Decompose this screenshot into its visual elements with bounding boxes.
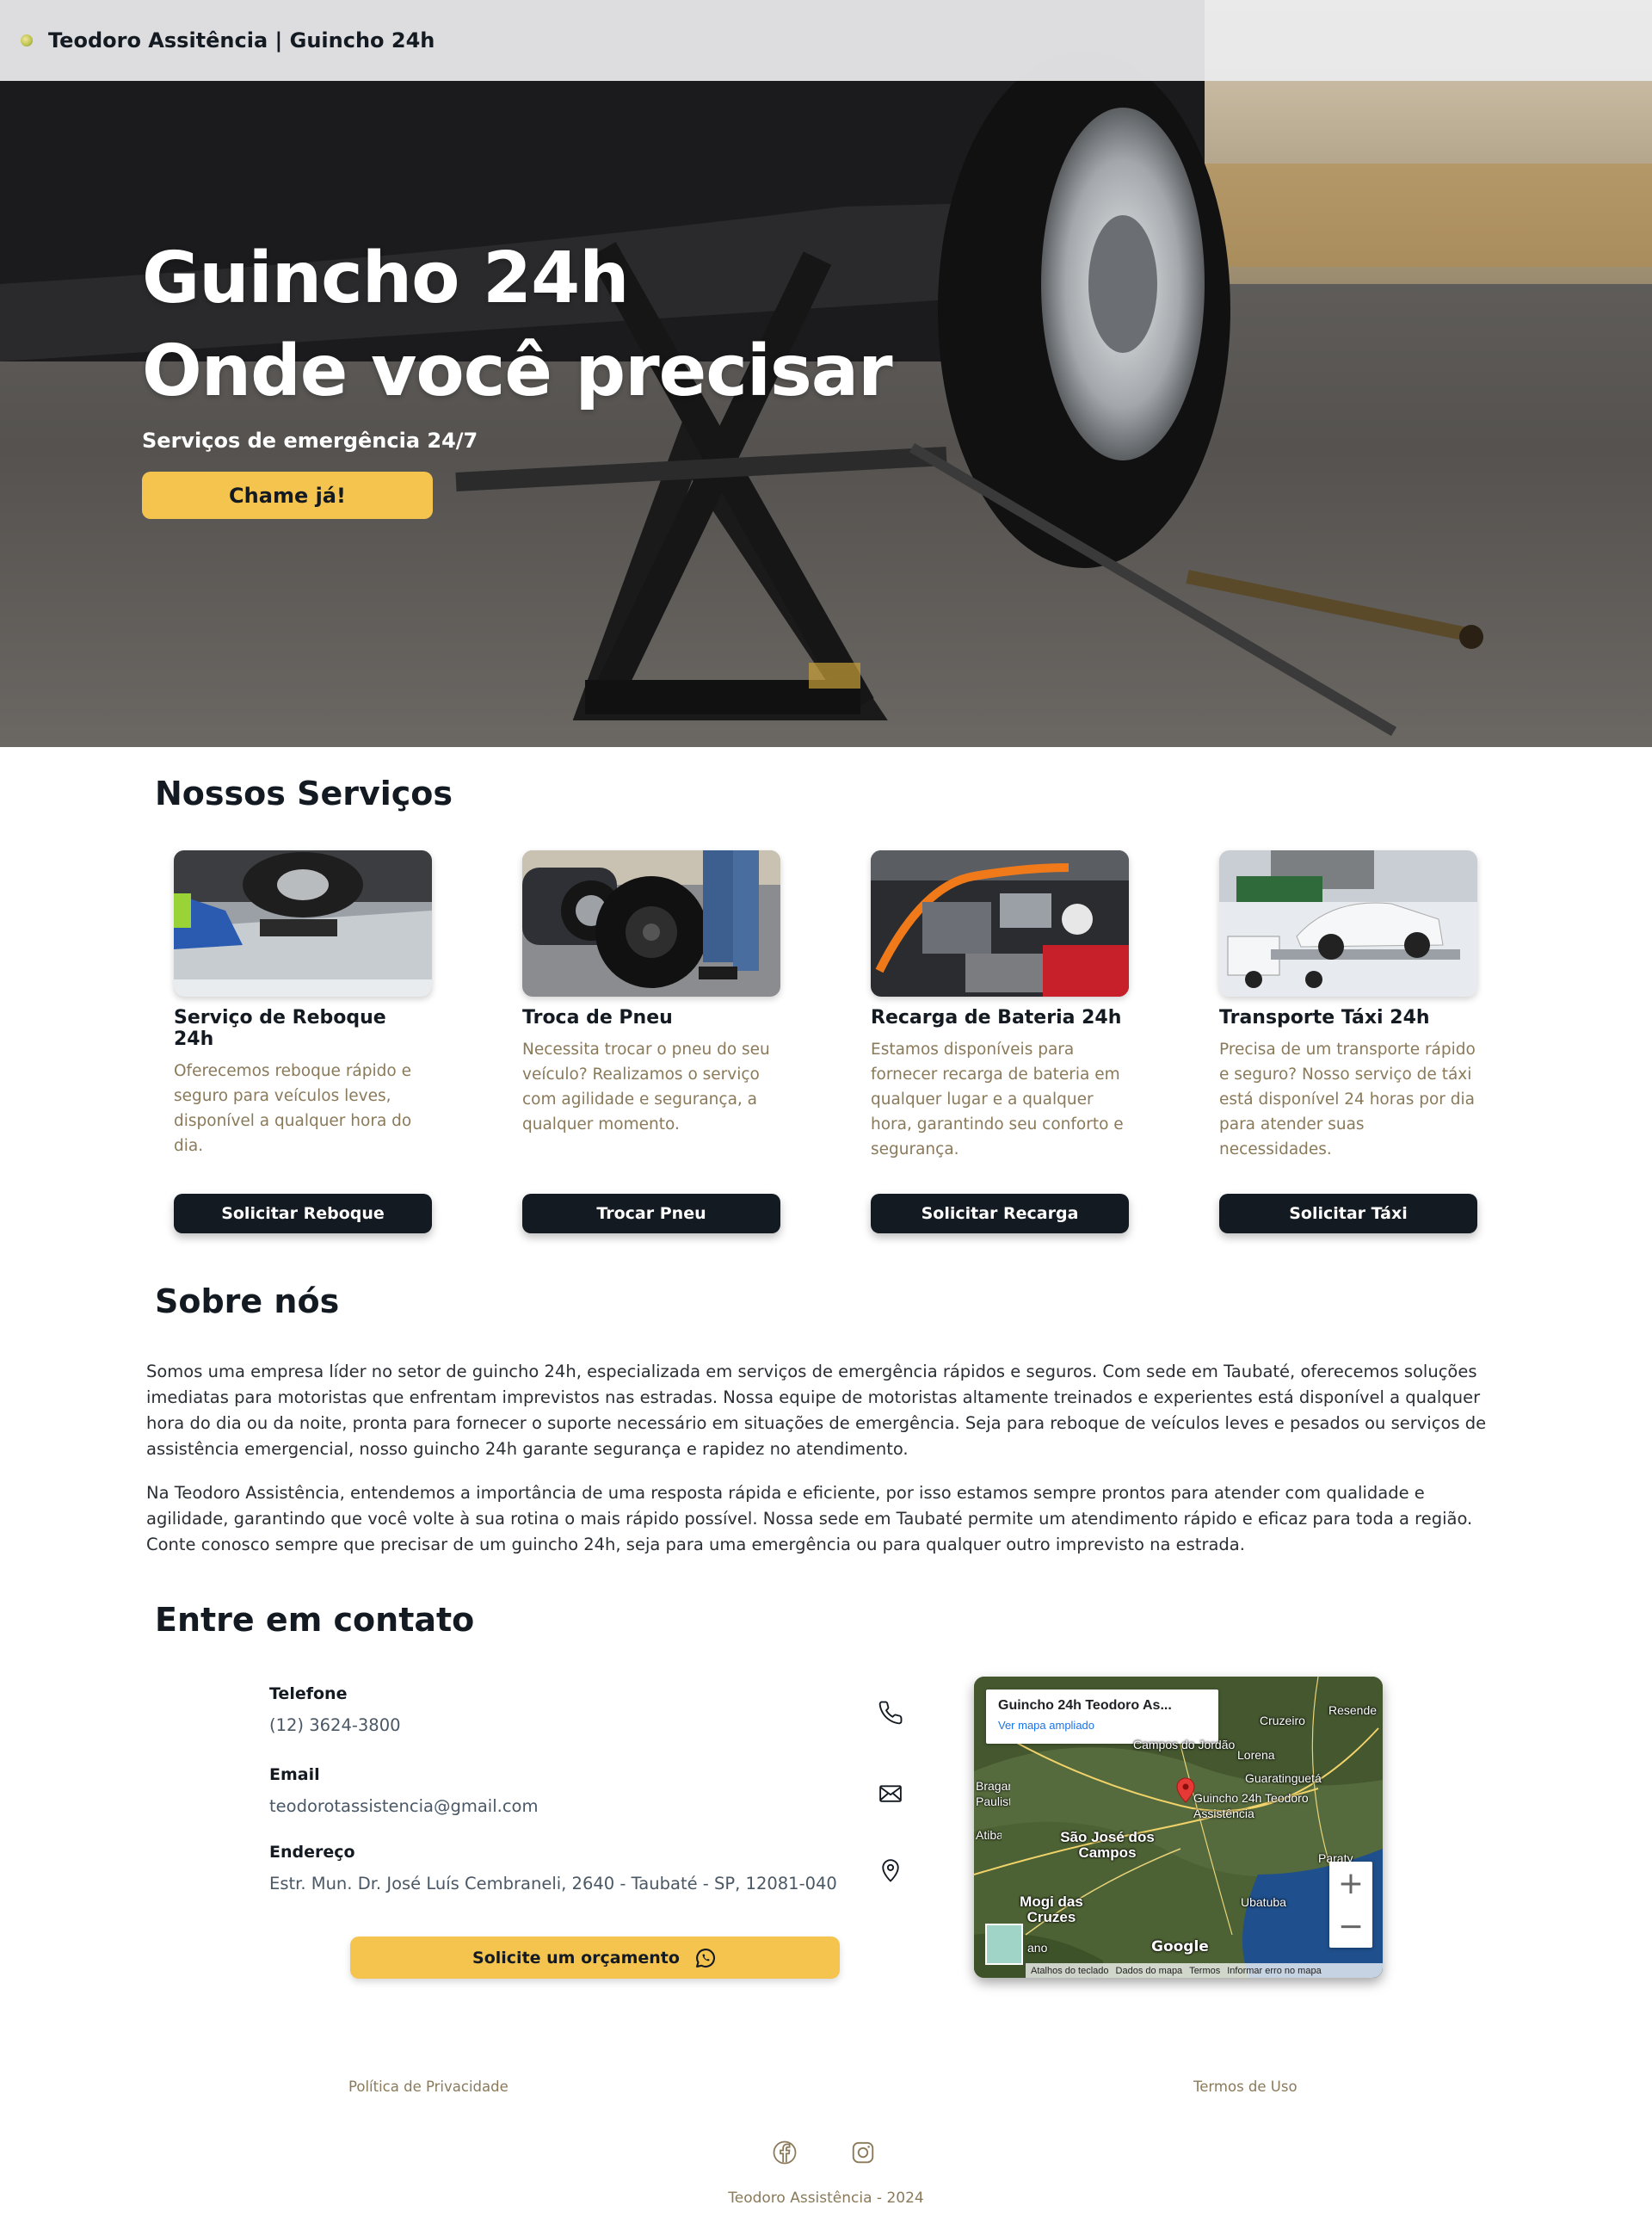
service-description: Oferecemos reboque rápido e seguro para … — [174, 1062, 412, 1155]
call-now-button[interactable]: Chame já! — [142, 472, 433, 519]
contact-email: Email teodorotassistencia@gmail.com — [269, 1765, 539, 1816]
facebook-icon[interactable] — [772, 2140, 798, 2165]
map-label-marker: Guincho 24h Teodoro Assistência — [1193, 1791, 1309, 1820]
report-error-link[interactable]: Informar erro no mapa — [1227, 1966, 1321, 1976]
address-value[interactable]: Estr. Mun. Dr. José Luís Cembraneli, 264… — [269, 1874, 837, 1893]
map-terms-link[interactable]: Termos — [1189, 1966, 1220, 1976]
service-card-towing: Serviço de Reboque 24h Oferecemos reboqu… — [174, 850, 432, 1158]
instagram-icon[interactable] — [850, 2140, 876, 2165]
service-card-battery: Recarga de Bateria 24h Estamos disponíve… — [871, 850, 1129, 1162]
phone-label: Telefone — [269, 1684, 348, 1703]
hero-section: Teodoro Assitência | Guincho 24h Guincho… — [0, 0, 1652, 747]
request-recharge-button[interactable]: Solicitar Recarga — [871, 1194, 1129, 1233]
terms-of-use-link[interactable]: Termos de Uso — [1193, 2079, 1298, 2095]
zoom-out-button[interactable]: − — [1329, 1905, 1372, 1948]
service-title: Serviço de Reboque 24h — [174, 1007, 386, 1050]
map-label-mogi: Mogi das Cruzes — [1020, 1893, 1083, 1925]
whatsapp-icon — [695, 1948, 715, 1967]
change-tire-button[interactable]: Trocar Pneu — [522, 1194, 780, 1233]
contact-phone: Telefone (12) 3624-3800 — [269, 1684, 401, 1735]
service-title: Transporte Táxi 24h — [1219, 1007, 1430, 1029]
hero-content: Guincho 24h Onde você precisar Serviços … — [142, 232, 893, 519]
phone-icon[interactable] — [878, 1700, 903, 1726]
map-attribution-bar: Atalhos do teclado Dados do mapa Termos … — [1026, 1963, 1383, 1978]
map-label-sao-jose: São José dos Campos — [1060, 1829, 1155, 1861]
service-card-taxi: Transporte Táxi 24h Precisa de um transp… — [1219, 850, 1477, 1162]
mail-icon[interactable] — [878, 1781, 903, 1807]
tire-change-image — [522, 850, 780, 997]
brand-name[interactable]: Teodoro Assitência | Guincho 24h — [48, 28, 435, 53]
about-title: Sobre nós — [155, 1282, 340, 1320]
map-place-name: Guincho 24h Teodoro As... — [998, 1698, 1172, 1713]
service-description: Necessita trocar o pneu do seu veículo? … — [522, 1041, 770, 1134]
email-value[interactable]: teodorotassistencia@gmail.com — [269, 1796, 539, 1816]
services-title: Nossos Serviços — [155, 775, 453, 812]
map-label-resende: Resende — [1328, 1703, 1378, 1717]
contact-address: Endereço Estr. Mun. Dr. José Luís Cembra… — [269, 1843, 837, 1893]
service-card-tire: Troca de Pneu Necessita trocar o pneu do… — [522, 850, 780, 1137]
keyboard-shortcuts-link[interactable]: Atalhos do teclado — [1031, 1966, 1109, 1976]
map-label-cruzeiro: Cruzeiro — [1260, 1714, 1305, 1727]
logo-icon[interactable] — [21, 34, 33, 46]
map-label-campos: Campos do Jordão — [1133, 1738, 1236, 1751]
map-place-card: Guincho 24h Teodoro As... Ver mapa ampli… — [986, 1689, 1218, 1744]
map-label-braganca: Bragança Paulista — [976, 1779, 1010, 1808]
service-title: Recarga de Bateria 24h — [871, 1007, 1122, 1029]
battery-recharge-image — [871, 850, 1129, 997]
quote-button-label: Solicite um orçamento — [472, 1948, 680, 1967]
map-label-lorena: Lorena — [1237, 1748, 1275, 1762]
google-map-embed[interactable]: Guincho 24h Teodoro As... Ver mapa ampli… — [974, 1677, 1383, 1978]
request-towing-button[interactable]: Solicitar Reboque — [174, 1194, 432, 1233]
copyright-text: Teodoro Assistência - 2024 — [728, 2190, 924, 2207]
map-label-guaratingueta: Guaratinguetá — [1245, 1771, 1322, 1785]
email-label: Email — [269, 1765, 320, 1784]
address-label: Endereço — [269, 1843, 355, 1862]
hero-title-line1: Guincho 24h — [142, 238, 630, 319]
privacy-policy-link[interactable]: Política de Privacidade — [348, 2079, 509, 2095]
phone-value[interactable]: (12) 3624-3800 — [269, 1715, 401, 1735]
taxi-transport-image — [1219, 850, 1477, 997]
request-quote-button[interactable]: Solicite um orçamento — [350, 1937, 840, 1979]
top-navbar: Teodoro Assitência | Guincho 24h — [0, 0, 1652, 81]
hero-subtitle: Serviços de emergência 24/7 — [142, 429, 478, 453]
towing-image — [174, 850, 432, 997]
map-data-link[interactable]: Dados do mapa — [1116, 1966, 1183, 1976]
service-description: Precisa de um transporte rápido e seguro… — [1219, 1041, 1476, 1158]
map-zoom-controls: + − — [1329, 1862, 1372, 1948]
map-label-ubatuba: Ubatuba — [1241, 1895, 1286, 1909]
about-paragraph-1: Somos uma empresa líder no setor de guin… — [146, 1362, 1487, 1459]
service-title: Troca de Pneu — [522, 1007, 673, 1029]
map-label-atibaia: Atibaia — [976, 1828, 1002, 1842]
map-pin-icon[interactable] — [878, 1857, 903, 1883]
hero-title: Guincho 24h Onde você precisar — [142, 232, 893, 418]
google-logo: Google — [1151, 1938, 1209, 1955]
contact-title: Entre em contato — [155, 1601, 475, 1639]
about-paragraph-2: Na Teodoro Assistência, entendemos a imp… — [146, 1483, 1473, 1554]
hero-title-line2: Onde você precisar — [142, 330, 893, 412]
service-description: Estamos disponíveis para fornecer recarg… — [871, 1041, 1124, 1158]
request-taxi-button[interactable]: Solicitar Táxi — [1219, 1194, 1477, 1233]
view-larger-map-link[interactable]: Ver mapa ampliado — [998, 1719, 1206, 1732]
zoom-in-button[interactable]: + — [1329, 1862, 1372, 1905]
map-label-santo: ano — [1027, 1941, 1048, 1955]
